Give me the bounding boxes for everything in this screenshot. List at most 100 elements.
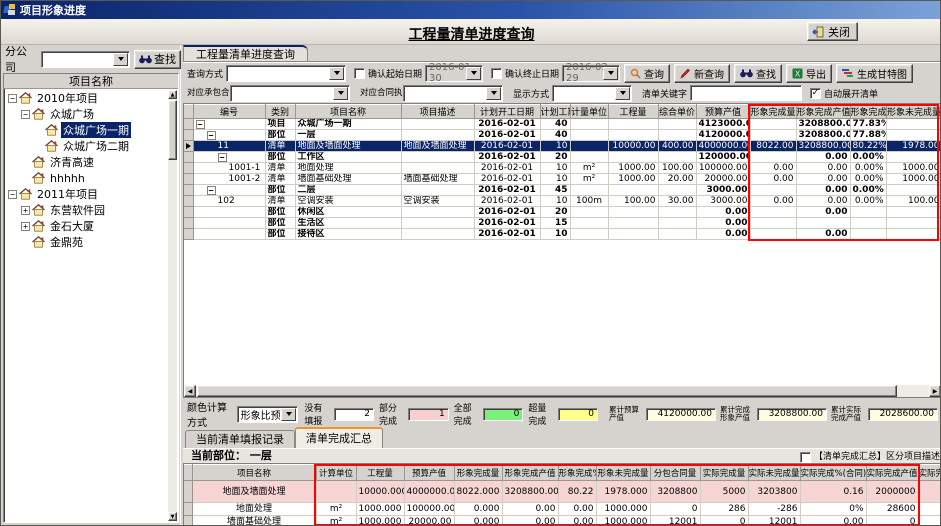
grid-cell[interactable]: 1000.000 [356,516,404,526]
row-selector[interactable] [184,163,193,174]
grid-cell[interactable]: 2016-02-01 [474,229,540,240]
row-selector[interactable] [184,174,193,185]
grid-cell[interactable] [658,119,696,130]
grid-cell[interactable]: 0.000 [454,516,502,526]
grid-cell[interactable] [401,229,474,240]
collapse-icon[interactable]: − [21,110,30,119]
grid-cell[interactable]: 40 [540,130,570,141]
grid-cell[interactable]: 20000.00 [404,516,454,526]
grid-cell[interactable]: 120000.00 [696,152,750,163]
grid-cell[interactable]: 0.00 [800,516,866,526]
grid-cell[interactable]: 10 [540,163,570,174]
scroll-right-icon[interactable]: ▶ [929,385,941,397]
grid-cell[interactable]: 1000.000 [596,516,650,526]
row-selector[interactable] [184,196,193,207]
grid-cell[interactable] [886,130,941,141]
grid-cell[interactable]: 0.16 [800,481,866,503]
tab-progress-query[interactable]: 工程量清单进度查询 [183,45,308,62]
row-selector[interactable] [184,152,193,163]
grid-cell[interactable] [750,218,796,229]
grid-cell[interactable]: 清单 [265,141,295,152]
grid-cell[interactable]: 工作区 [295,152,401,163]
tree-item-label[interactable]: 众城广场 [48,106,96,122]
export-button[interactable]: X 导出 [786,64,832,83]
grid-cell[interactable]: 0.00 [558,516,596,526]
grid-cell[interactable]: 地面及墙面处理 [192,481,316,503]
column-header[interactable]: 实际完成产值 [866,465,918,481]
column-header[interactable]: 项目描述 [401,105,474,119]
grid-cell[interactable]: 2016-02-01 [474,185,540,196]
column-header[interactable]: 类别 [265,105,295,119]
row-selector[interactable] [184,229,193,240]
column-header[interactable]: 综合单价 [658,105,696,119]
chevron-down-icon[interactable] [603,67,618,80]
chevron-down-icon[interactable] [466,67,481,80]
grid-cell[interactable]: 20 [540,207,570,218]
grid-cell[interactable] [918,503,941,516]
tree-item-label[interactable]: 2010年项目 [35,90,100,106]
contract-no-select[interactable] [230,85,350,102]
collapse-icon[interactable]: − [207,131,216,140]
progress-grid-row[interactable]: 102清单空调安装空调安装2016-02-0110100m100.0030.00… [184,196,941,207]
grid-cell[interactable]: 1000.00 [608,174,658,185]
grid-cell[interactable]: 0.00 [796,207,850,218]
grid-hscrollbar-thumb[interactable] [197,385,897,397]
query-button[interactable]: 查询 [624,64,670,83]
grid-cell[interactable]: 项目 [265,119,295,130]
grid-cell[interactable]: 1000.00 [886,163,941,174]
grid-cell[interactable]: 4123000.0 [696,119,750,130]
row-selector[interactable] [184,141,193,152]
grid-cell[interactable]: − [193,185,265,196]
chevron-down-icon[interactable] [281,408,296,421]
grid-cell[interactable]: 3208800.00 [796,141,850,152]
grid-cell[interactable]: 部位 [265,218,295,229]
grid-cell[interactable]: 2016-02-01 [474,218,540,229]
display-mode-select[interactable] [552,85,632,102]
grid-cell[interactable]: m² [570,163,608,174]
column-header[interactable]: 计算单位 [316,465,356,481]
column-header[interactable]: 形象未完成量 [596,465,650,481]
grid-cell[interactable]: 100000.00 [696,163,750,174]
grid-cell[interactable] [886,152,941,163]
row-selector[interactable] [184,207,193,218]
grid-cell[interactable]: 墙面基础处理 [192,516,316,526]
grid-cell[interactable]: 3208800.00 [796,119,850,130]
grid-cell[interactable] [401,130,474,141]
grid-cell[interactable]: 100m [570,196,608,207]
grid-cell[interactable]: 墙面基础处理 [295,174,401,185]
progress-grid-row[interactable]: −部位二层2016-02-01453000.000.000.00% [184,185,941,196]
grid-cell[interactable]: 清单 [265,196,295,207]
grid-cell[interactable]: 2016-02-01 [474,141,540,152]
progress-grid-row[interactable]: −部位工作区2016-02-0120120000.000.000.00% [184,152,941,163]
grid-cell[interactable]: 部位 [265,185,295,196]
grid-cell[interactable]: 4120000.0 [696,130,750,141]
gantt-button[interactable]: 生成甘特图 [836,64,913,83]
row-selector[interactable] [184,218,193,229]
tree-item[interactable]: −2010年项目 [4,90,178,106]
grid-cell[interactable] [750,229,796,240]
grid-cell[interactable]: 0.00% [850,163,886,174]
grid-cell[interactable]: m² [316,516,356,526]
progress-grid-row[interactable]: −部位一层2016-02-01404120000.03208800.0077.8… [184,130,941,141]
grid-cell[interactable]: 0.00 [796,196,850,207]
grid-cell[interactable]: 2016-02-01 [474,130,540,141]
grid-cell[interactable] [750,207,796,218]
tree-item[interactable]: +东营软件园 [4,202,178,218]
column-header[interactable]: 计划开工日期 [474,105,540,119]
grid-cell[interactable]: 0 [700,516,748,526]
grid-cell[interactable]: 3208800.00 [796,130,850,141]
grid-cell[interactable] [316,481,356,503]
grid-cell[interactable]: 3000.00 [696,196,750,207]
grid-cell[interactable]: 空调安装 [295,196,401,207]
grid-cell[interactable]: 5000 [700,481,748,503]
grid-cell[interactable]: 0.00 [750,163,796,174]
color-calc-select[interactable]: 形象比预算 [237,406,299,423]
grid-cell[interactable] [750,119,796,130]
close-button[interactable]: 关闭 [807,22,858,41]
progress-grid-row[interactable]: 部位休闲区2016-02-01200.000.00 [184,207,941,218]
grid-cell[interactable]: 3203800 [748,481,800,503]
grid-cell[interactable] [608,185,658,196]
column-header[interactable]: 形象未完成量 [886,105,941,119]
tree-item[interactable]: 众城广场一期 [4,122,178,138]
grid-cell[interactable]: 0.00 [796,152,850,163]
